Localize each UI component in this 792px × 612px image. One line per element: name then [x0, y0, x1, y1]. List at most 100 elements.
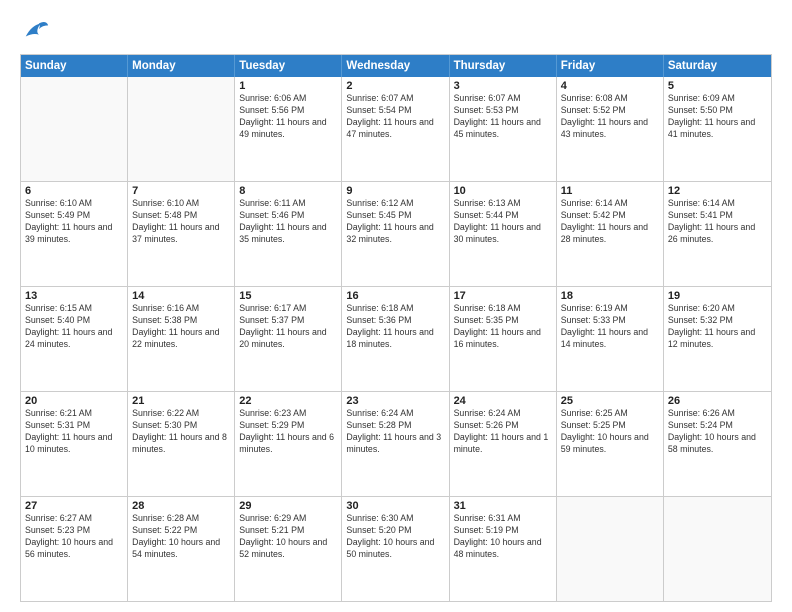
- day-info: Sunrise: 6:20 AM Sunset: 5:32 PM Dayligh…: [668, 303, 767, 351]
- header-day-thursday: Thursday: [450, 55, 557, 77]
- day-info: Sunrise: 6:21 AM Sunset: 5:31 PM Dayligh…: [25, 408, 123, 456]
- day-number: 5: [668, 80, 767, 92]
- day-info: Sunrise: 6:06 AM Sunset: 5:56 PM Dayligh…: [239, 93, 337, 141]
- day-number: 28: [132, 500, 230, 512]
- calendar-body: 1Sunrise: 6:06 AM Sunset: 5:56 PM Daylig…: [21, 77, 771, 601]
- calendar-cell: 15Sunrise: 6:17 AM Sunset: 5:37 PM Dayli…: [235, 287, 342, 391]
- day-info: Sunrise: 6:22 AM Sunset: 5:30 PM Dayligh…: [132, 408, 230, 456]
- calendar-cell: 2Sunrise: 6:07 AM Sunset: 5:54 PM Daylig…: [342, 77, 449, 181]
- calendar-cell: 18Sunrise: 6:19 AM Sunset: 5:33 PM Dayli…: [557, 287, 664, 391]
- day-info: Sunrise: 6:17 AM Sunset: 5:37 PM Dayligh…: [239, 303, 337, 351]
- calendar-week-1: 1Sunrise: 6:06 AM Sunset: 5:56 PM Daylig…: [21, 77, 771, 181]
- calendar-cell: 29Sunrise: 6:29 AM Sunset: 5:21 PM Dayli…: [235, 497, 342, 601]
- calendar-week-2: 6Sunrise: 6:10 AM Sunset: 5:49 PM Daylig…: [21, 181, 771, 286]
- header-day-wednesday: Wednesday: [342, 55, 449, 77]
- calendar-cell: 1Sunrise: 6:06 AM Sunset: 5:56 PM Daylig…: [235, 77, 342, 181]
- day-number: 21: [132, 395, 230, 407]
- day-number: 2: [346, 80, 444, 92]
- day-number: 12: [668, 185, 767, 197]
- header-day-tuesday: Tuesday: [235, 55, 342, 77]
- calendar-cell: 19Sunrise: 6:20 AM Sunset: 5:32 PM Dayli…: [664, 287, 771, 391]
- calendar-cell: 28Sunrise: 6:28 AM Sunset: 5:22 PM Dayli…: [128, 497, 235, 601]
- calendar-cell: 17Sunrise: 6:18 AM Sunset: 5:35 PM Dayli…: [450, 287, 557, 391]
- day-info: Sunrise: 6:18 AM Sunset: 5:35 PM Dayligh…: [454, 303, 552, 351]
- day-info: Sunrise: 6:15 AM Sunset: 5:40 PM Dayligh…: [25, 303, 123, 351]
- day-info: Sunrise: 6:26 AM Sunset: 5:24 PM Dayligh…: [668, 408, 767, 456]
- header-day-monday: Monday: [128, 55, 235, 77]
- calendar-cell: 30Sunrise: 6:30 AM Sunset: 5:20 PM Dayli…: [342, 497, 449, 601]
- calendar-cell: 22Sunrise: 6:23 AM Sunset: 5:29 PM Dayli…: [235, 392, 342, 496]
- calendar-cell: 5Sunrise: 6:09 AM Sunset: 5:50 PM Daylig…: [664, 77, 771, 181]
- header-day-friday: Friday: [557, 55, 664, 77]
- calendar-cell: 7Sunrise: 6:10 AM Sunset: 5:48 PM Daylig…: [128, 182, 235, 286]
- day-info: Sunrise: 6:09 AM Sunset: 5:50 PM Dayligh…: [668, 93, 767, 141]
- day-info: Sunrise: 6:31 AM Sunset: 5:19 PM Dayligh…: [454, 513, 552, 561]
- calendar-header: SundayMondayTuesdayWednesdayThursdayFrid…: [21, 55, 771, 77]
- page-header: [20, 16, 772, 44]
- calendar-cell: 25Sunrise: 6:25 AM Sunset: 5:25 PM Dayli…: [557, 392, 664, 496]
- calendar-cell: [557, 497, 664, 601]
- calendar-cell: 13Sunrise: 6:15 AM Sunset: 5:40 PM Dayli…: [21, 287, 128, 391]
- day-number: 6: [25, 185, 123, 197]
- day-number: 13: [25, 290, 123, 302]
- day-number: 30: [346, 500, 444, 512]
- day-number: 20: [25, 395, 123, 407]
- calendar-cell: 21Sunrise: 6:22 AM Sunset: 5:30 PM Dayli…: [128, 392, 235, 496]
- calendar-cell: 11Sunrise: 6:14 AM Sunset: 5:42 PM Dayli…: [557, 182, 664, 286]
- day-number: 14: [132, 290, 230, 302]
- day-info: Sunrise: 6:11 AM Sunset: 5:46 PM Dayligh…: [239, 198, 337, 246]
- day-number: 10: [454, 185, 552, 197]
- calendar-cell: 24Sunrise: 6:24 AM Sunset: 5:26 PM Dayli…: [450, 392, 557, 496]
- day-info: Sunrise: 6:19 AM Sunset: 5:33 PM Dayligh…: [561, 303, 659, 351]
- header-day-sunday: Sunday: [21, 55, 128, 77]
- day-info: Sunrise: 6:16 AM Sunset: 5:38 PM Dayligh…: [132, 303, 230, 351]
- day-info: Sunrise: 6:23 AM Sunset: 5:29 PM Dayligh…: [239, 408, 337, 456]
- logo: [20, 16, 50, 44]
- day-info: Sunrise: 6:14 AM Sunset: 5:41 PM Dayligh…: [668, 198, 767, 246]
- day-info: Sunrise: 6:25 AM Sunset: 5:25 PM Dayligh…: [561, 408, 659, 456]
- calendar-page: SundayMondayTuesdayWednesdayThursdayFrid…: [0, 0, 792, 612]
- calendar-cell: 8Sunrise: 6:11 AM Sunset: 5:46 PM Daylig…: [235, 182, 342, 286]
- day-number: 26: [668, 395, 767, 407]
- calendar-cell: 27Sunrise: 6:27 AM Sunset: 5:23 PM Dayli…: [21, 497, 128, 601]
- calendar-cell: 10Sunrise: 6:13 AM Sunset: 5:44 PM Dayli…: [450, 182, 557, 286]
- day-number: 4: [561, 80, 659, 92]
- day-number: 9: [346, 185, 444, 197]
- calendar-cell: [21, 77, 128, 181]
- day-number: 22: [239, 395, 337, 407]
- day-number: 25: [561, 395, 659, 407]
- header-day-saturday: Saturday: [664, 55, 771, 77]
- calendar-cell: [664, 497, 771, 601]
- calendar-cell: 14Sunrise: 6:16 AM Sunset: 5:38 PM Dayli…: [128, 287, 235, 391]
- day-info: Sunrise: 6:10 AM Sunset: 5:48 PM Dayligh…: [132, 198, 230, 246]
- day-number: 31: [454, 500, 552, 512]
- calendar-cell: 26Sunrise: 6:26 AM Sunset: 5:24 PM Dayli…: [664, 392, 771, 496]
- day-info: Sunrise: 6:29 AM Sunset: 5:21 PM Dayligh…: [239, 513, 337, 561]
- calendar-cell: 16Sunrise: 6:18 AM Sunset: 5:36 PM Dayli…: [342, 287, 449, 391]
- calendar-cell: 6Sunrise: 6:10 AM Sunset: 5:49 PM Daylig…: [21, 182, 128, 286]
- day-info: Sunrise: 6:10 AM Sunset: 5:49 PM Dayligh…: [25, 198, 123, 246]
- calendar-cell: 3Sunrise: 6:07 AM Sunset: 5:53 PM Daylig…: [450, 77, 557, 181]
- calendar-week-3: 13Sunrise: 6:15 AM Sunset: 5:40 PM Dayli…: [21, 286, 771, 391]
- day-number: 8: [239, 185, 337, 197]
- day-info: Sunrise: 6:07 AM Sunset: 5:53 PM Dayligh…: [454, 93, 552, 141]
- day-info: Sunrise: 6:07 AM Sunset: 5:54 PM Dayligh…: [346, 93, 444, 141]
- day-number: 15: [239, 290, 337, 302]
- day-number: 29: [239, 500, 337, 512]
- day-info: Sunrise: 6:12 AM Sunset: 5:45 PM Dayligh…: [346, 198, 444, 246]
- day-info: Sunrise: 6:14 AM Sunset: 5:42 PM Dayligh…: [561, 198, 659, 246]
- calendar-cell: 12Sunrise: 6:14 AM Sunset: 5:41 PM Dayli…: [664, 182, 771, 286]
- calendar-cell: [128, 77, 235, 181]
- calendar-week-4: 20Sunrise: 6:21 AM Sunset: 5:31 PM Dayli…: [21, 391, 771, 496]
- day-info: Sunrise: 6:18 AM Sunset: 5:36 PM Dayligh…: [346, 303, 444, 351]
- day-number: 1: [239, 80, 337, 92]
- logo-bird-icon: [22, 16, 50, 44]
- calendar-cell: 31Sunrise: 6:31 AM Sunset: 5:19 PM Dayli…: [450, 497, 557, 601]
- day-info: Sunrise: 6:28 AM Sunset: 5:22 PM Dayligh…: [132, 513, 230, 561]
- day-number: 23: [346, 395, 444, 407]
- day-number: 24: [454, 395, 552, 407]
- day-number: 19: [668, 290, 767, 302]
- day-info: Sunrise: 6:27 AM Sunset: 5:23 PM Dayligh…: [25, 513, 123, 561]
- day-number: 3: [454, 80, 552, 92]
- day-number: 16: [346, 290, 444, 302]
